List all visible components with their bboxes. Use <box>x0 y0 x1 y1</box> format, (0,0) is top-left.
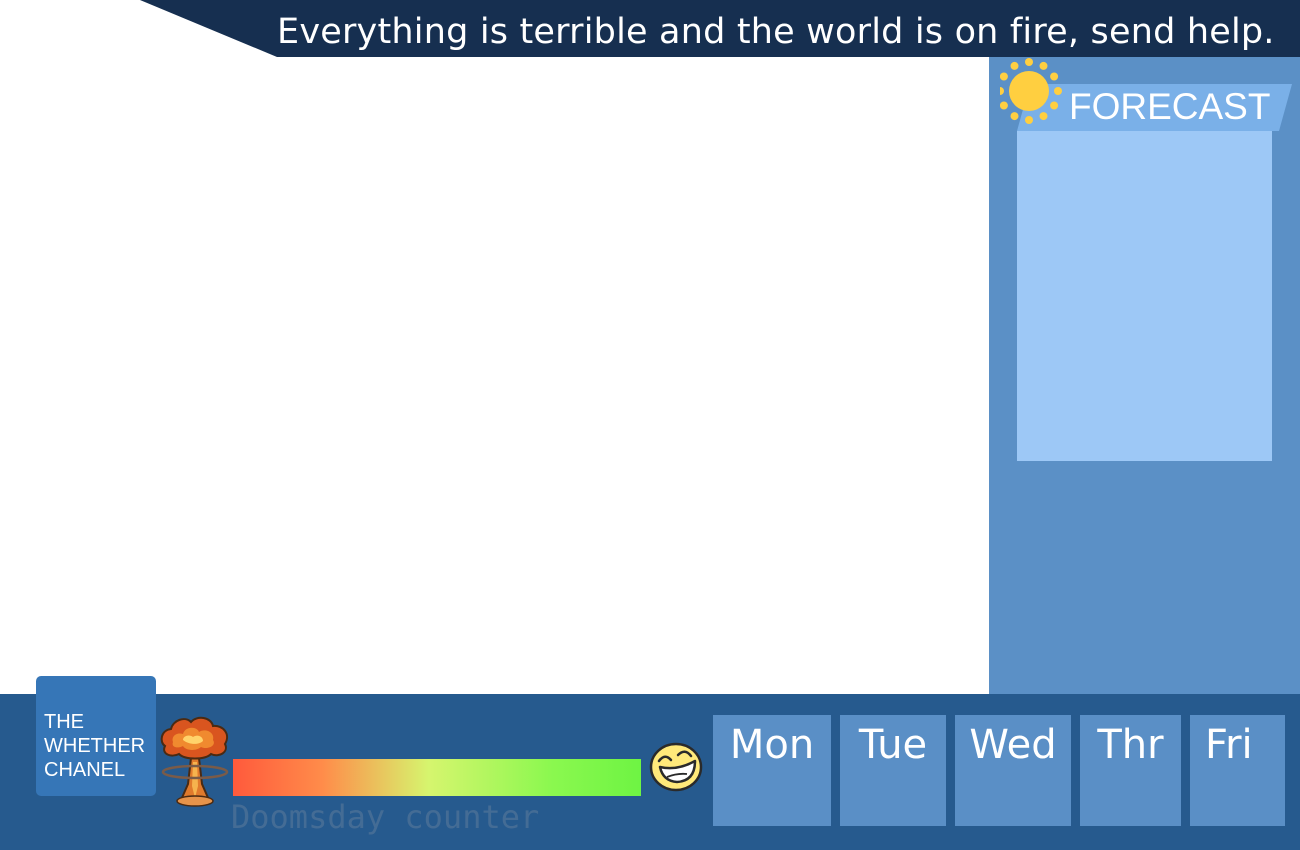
headline-ticker: Everything is terrible and the world is … <box>0 0 1300 57</box>
laughing-face-icon <box>649 742 703 792</box>
day-tile-mon[interactable]: Mon <box>713 715 831 826</box>
forecast-header: FORECAST <box>1000 57 1300 132</box>
day-tile-wed[interactable]: Wed <box>955 715 1071 826</box>
channel-logo: THE WHETHER CHANEL <box>36 676 156 796</box>
doomsday-meter <box>233 759 641 796</box>
logo-line-2: WHETHER <box>44 735 146 757</box>
day-label: Wed <box>969 722 1057 768</box>
day-tile-fri[interactable]: Fri <box>1190 715 1285 826</box>
day-label: Thr <box>1097 722 1164 768</box>
day-tile-thr[interactable]: Thr <box>1080 715 1181 826</box>
forecast-content-box <box>1017 131 1272 461</box>
forecast-title: FORECAST <box>1069 86 1271 127</box>
doomsday-label: Doomsday counter <box>231 798 540 836</box>
day-tile-tue[interactable]: Tue <box>840 715 946 826</box>
day-label: Fri <box>1205 722 1253 768</box>
doomsday-meter-fill <box>233 759 641 796</box>
logo-line-3: CHANEL <box>44 759 126 781</box>
day-label: Mon <box>729 722 815 768</box>
headline-text: Everything is terrible and the world is … <box>277 12 1275 52</box>
mushroom-cloud-icon <box>160 716 229 807</box>
logo-line-1: THE <box>44 711 84 733</box>
day-label: Tue <box>858 722 928 768</box>
